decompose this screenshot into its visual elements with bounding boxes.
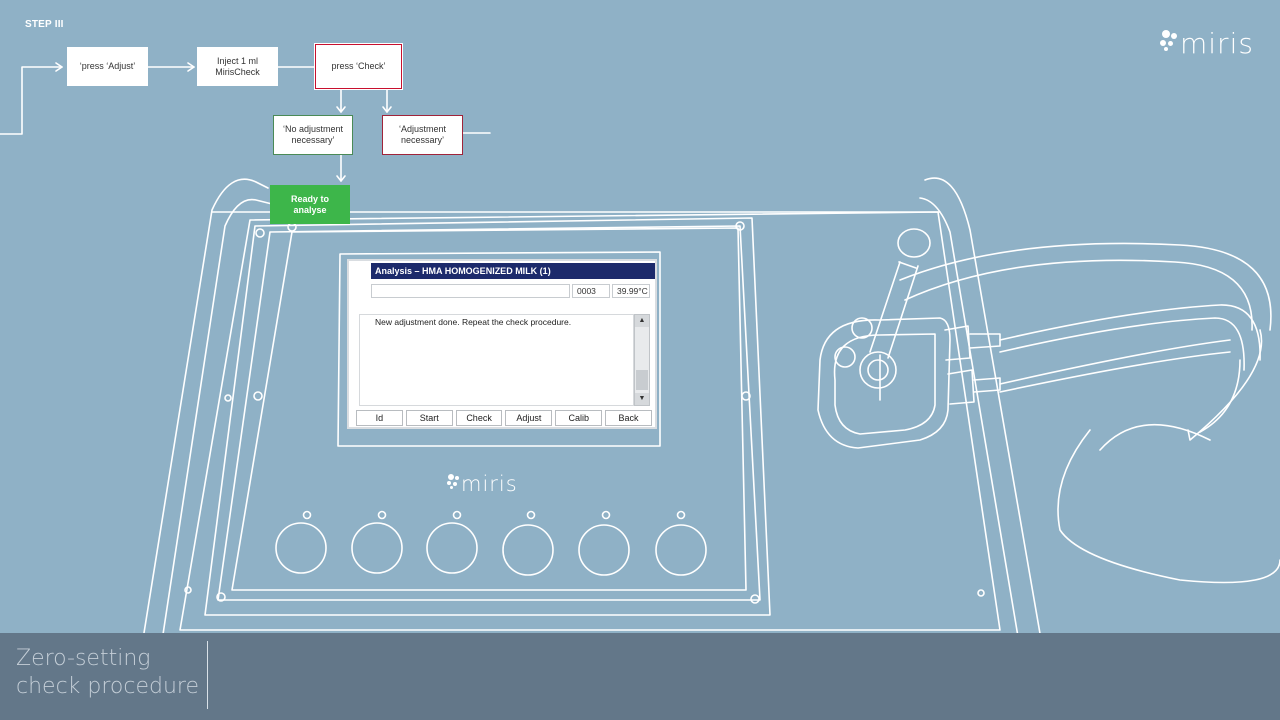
caption-line-2: check procedure <box>16 674 200 699</box>
softkey-back[interactable]: Back <box>605 410 652 426</box>
arrow-up-icon[interactable]: ▲ <box>635 315 649 327</box>
caption-divider <box>207 641 208 709</box>
softkey-adjust[interactable]: Adjust <box>505 410 553 426</box>
flow-ready-to-analyse: Ready to analyse <box>270 185 350 224</box>
softkey-check[interactable]: Check <box>455 410 503 426</box>
message-area <box>359 314 634 406</box>
softkey-id[interactable]: Id <box>356 410 403 426</box>
brand-logo-device: miris <box>447 468 518 496</box>
softkey-bar: Id Start Check Adjust Calib Back <box>356 410 652 426</box>
screen-title: Analysis – HMA HOMOGENIZED MILK (1) <box>371 263 655 279</box>
temperature-field: 39.99°C <box>612 284 650 298</box>
softkey-start[interactable]: Start <box>405 410 453 426</box>
brand-wordmark: miris <box>1180 27 1254 60</box>
flow-outcome-no-adjustment: ‘No adjustment necessary’ <box>273 115 353 155</box>
step-label: STEP III <box>25 19 64 30</box>
caption-line-1: Zero-setting <box>16 646 151 671</box>
instrument-screen: Analysis – HMA HOMOGENIZED MILK (1) 0003… <box>347 259 657 429</box>
message-scrollbar[interactable]: ▲ ▼ <box>634 314 650 406</box>
sample-number-field: 0003 <box>572 284 610 298</box>
softkey-calib[interactable]: Calib <box>555 410 603 426</box>
flow-step-press-check: press ‘Check’ <box>314 43 403 90</box>
scroll-thumb[interactable] <box>636 370 648 390</box>
arrow-down-icon[interactable]: ▼ <box>635 393 649 405</box>
flow-step-inject: Inject 1 ml MirisCheck <box>197 47 278 86</box>
miris-dots-logo-icon <box>1160 30 1180 52</box>
sample-id-field[interactable] <box>371 284 570 298</box>
flow-outcome-adjustment: ‘Adjustment necessary’ <box>382 115 463 155</box>
brand-logo-top: miris <box>1160 22 1254 60</box>
miris-dots-logo-icon <box>447 474 461 490</box>
caption-title: Zero-setting check procedure <box>16 645 199 701</box>
brand-wordmark: miris <box>461 472 518 496</box>
message-text: New adjustment done. Repeat the check pr… <box>375 317 572 327</box>
flow-step-press-adjust: ‘press ‘Adjust’ <box>67 47 148 86</box>
